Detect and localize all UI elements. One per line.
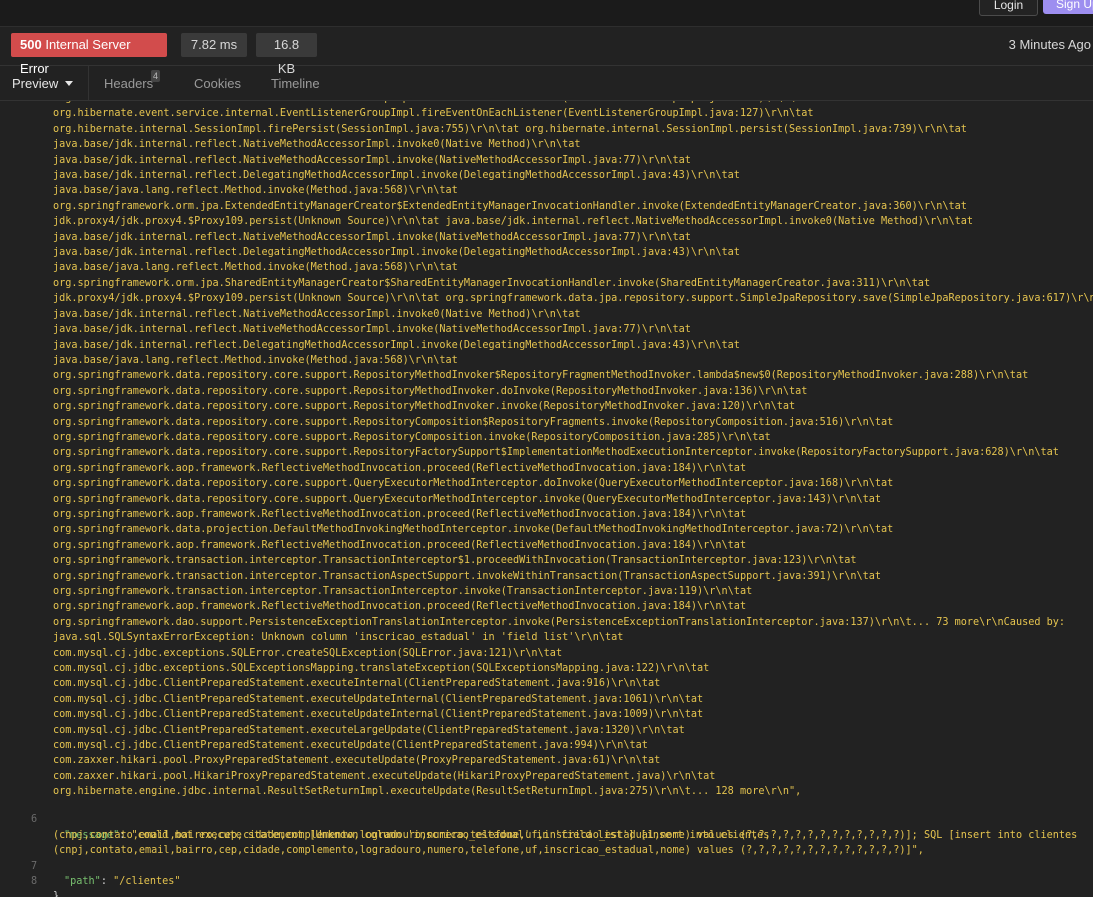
tab-divider bbox=[88, 66, 89, 100]
stack-trace-line: org.hibernate.internal.SessionImpl.fireP… bbox=[53, 123, 967, 135]
stack-trace-string: org.hibernate.event.service.internal.Eve… bbox=[53, 101, 1093, 800]
stack-trace-line: org.springframework.data.repository.core… bbox=[53, 478, 894, 490]
json-key-path: "path" bbox=[64, 875, 101, 887]
response-age: 3 Minutes Ago bbox=[1008, 37, 1091, 52]
stack-trace-line: org.springframework.aop.framework.Reflec… bbox=[53, 601, 747, 613]
stack-trace-line: org.springframework.transaction.intercep… bbox=[53, 586, 753, 597]
stack-trace-line: org.springframework.data.repository.core… bbox=[53, 370, 1029, 382]
headers-count-badge: 4 bbox=[151, 70, 161, 82]
stack-trace-line: org.springframework.orm.jpa.ExtendedEnti… bbox=[53, 200, 967, 212]
stack-trace-line: org.springframework.data.projection.Defa… bbox=[53, 524, 894, 536]
stack-trace-line: org.springframework.aop.framework.Reflec… bbox=[53, 462, 747, 474]
json-value-path: "/clientes" bbox=[113, 875, 181, 887]
stack-trace-line: com.zaxxer.hikari.pool.HikariProxyPrepar… bbox=[53, 770, 716, 782]
json-line-8: 8 } bbox=[0, 859, 1093, 897]
stack-trace-line: java.base/java.lang.reflect.Method.invok… bbox=[53, 262, 458, 274]
stack-trace-line: org.springframework.aop.framework.Reflec… bbox=[53, 539, 747, 551]
stack-trace-line: java.base/jdk.internal.reflect.NativeMet… bbox=[53, 154, 691, 166]
stack-trace-line: org.springframework.data.repository.core… bbox=[53, 431, 771, 443]
stack-trace-line: org.springframework.data.repository.core… bbox=[53, 401, 796, 413]
chevron-down-icon[interactable] bbox=[65, 81, 74, 86]
stack-trace-line: org.springframework.data.repository.core… bbox=[53, 493, 882, 505]
stack-trace-line: org.hibernate.event.service.internal.Eve… bbox=[53, 108, 814, 120]
stack-trace-line: org.springframework.transaction.intercep… bbox=[53, 570, 882, 582]
stack-trace-line: com.zaxxer.hikari.pool.ProxyPreparedStat… bbox=[53, 755, 661, 767]
login-button[interactable]: Login bbox=[979, 0, 1038, 16]
tab-cookies[interactable]: Cookies bbox=[194, 76, 241, 91]
stack-trace-line: com.mysql.cj.jdbc.ClientPreparedStatemen… bbox=[53, 693, 704, 705]
stack-trace-line: com.mysql.cj.jdbc.ClientPreparedStatemen… bbox=[53, 709, 704, 721]
status-code: 500 bbox=[20, 37, 42, 52]
json-line-6: 6 "message": "could not execute statemen… bbox=[31, 814, 770, 841]
tab-timeline[interactable]: Timeline bbox=[271, 76, 320, 91]
stack-trace-line: org.springframework.orm.jpa.SharedEntity… bbox=[53, 277, 931, 289]
response-tabs: Preview Headers 4 Cookies Timeline bbox=[0, 66, 1093, 101]
stack-trace-line: com.mysql.cj.jdbc.ClientPreparedStatemen… bbox=[53, 678, 661, 690]
tab-preview[interactable]: Preview bbox=[12, 76, 74, 91]
line-number: 8 bbox=[31, 875, 38, 887]
stack-trace-line: jdk.proxy4/jdk.proxy4.$Proxy109.persist(… bbox=[53, 216, 974, 228]
stack-trace-line: org.springframework.transaction.intercep… bbox=[53, 555, 857, 567]
stack-trace-line: java.base/jdk.internal.reflect.Delegatin… bbox=[53, 247, 740, 259]
stack-trace-line: java.base/jdk.internal.reflect.Delegatin… bbox=[53, 339, 740, 351]
stack-trace-line: org.springframework.dao.support.Persiste… bbox=[53, 616, 1066, 628]
tab-headers-label: Headers bbox=[104, 76, 154, 91]
stack-trace-line: org.springframework.data.repository.core… bbox=[53, 416, 894, 428]
tab-preview-label: Preview bbox=[12, 76, 59, 91]
response-size-badge: 16.8 KB bbox=[256, 33, 317, 76]
response-time-badge: 7.82 ms bbox=[181, 33, 247, 57]
json-line-6-wrap-1: (cnpj,contato,email,bairro,cep,cidade,co… bbox=[0, 812, 1093, 841]
stack-trace-line: org.springframework.aop.framework.Reflec… bbox=[53, 508, 747, 520]
stack-trace-line: org.springframework.data.repository.core… bbox=[53, 385, 808, 397]
response-status-bar: 500 Internal Server Error 7.82 ms 16.8 K… bbox=[0, 27, 1093, 76]
stack-trace-line: jdk.proxy4/jdk.proxy4.$Proxy109.persist(… bbox=[53, 293, 1093, 305]
json-line-6-wrap-2: (cnpj,contato,email,bairro,cep,cidade,co… bbox=[0, 828, 1093, 856]
status-badge: 500 Internal Server Error bbox=[11, 33, 167, 76]
stack-trace-line: java.base/java.lang.reflect.Method.invok… bbox=[53, 185, 458, 197]
stack-trace-line: com.mysql.cj.jdbc.ClientPreparedStatemen… bbox=[53, 724, 685, 736]
stack-trace-line: com.mysql.cj.jdbc.exceptions.SQLExceptio… bbox=[53, 663, 710, 675]
stack-trace-line: java.sql.SQLSyntaxErrorException: Unknow… bbox=[53, 632, 624, 644]
top-bar: Login Sign Up bbox=[0, 0, 1093, 27]
json-closing-brace: } bbox=[53, 891, 60, 897]
stack-trace-line: java.base/jdk.internal.reflect.NativeMet… bbox=[53, 139, 581, 151]
stack-trace-line: com.mysql.cj.jdbc.ClientPreparedStatemen… bbox=[53, 740, 648, 752]
stack-trace-line: java.base/jdk.internal.reflect.Delegatin… bbox=[53, 170, 740, 182]
json-tail: 6 "message": "could not execute statemen… bbox=[0, 797, 1093, 897]
json-line-7: 7 "path": "/clientes" bbox=[31, 860, 181, 887]
stack-trace-line: java.base/jdk.internal.reflect.NativeMet… bbox=[53, 231, 691, 243]
stack-trace-line: com.mysql.cj.jdbc.exceptions.SQLError.cr… bbox=[53, 647, 563, 659]
tab-headers[interactable]: Headers 4 bbox=[104, 70, 161, 91]
stack-trace-line: java.base/jdk.internal.reflect.NativeMet… bbox=[53, 324, 691, 336]
stack-trace-line: java.base/java.lang.reflect.Method.invok… bbox=[53, 354, 458, 366]
stack-trace-line: java.base/jdk.internal.reflect.NativeMet… bbox=[53, 308, 581, 320]
stack-trace-line: org.springframework.data.repository.core… bbox=[53, 447, 1059, 459]
signup-button[interactable]: Sign Up bbox=[1043, 0, 1093, 14]
response-body-viewer[interactable]: org.hibernate.event.service.internal.Eve… bbox=[0, 101, 1093, 897]
